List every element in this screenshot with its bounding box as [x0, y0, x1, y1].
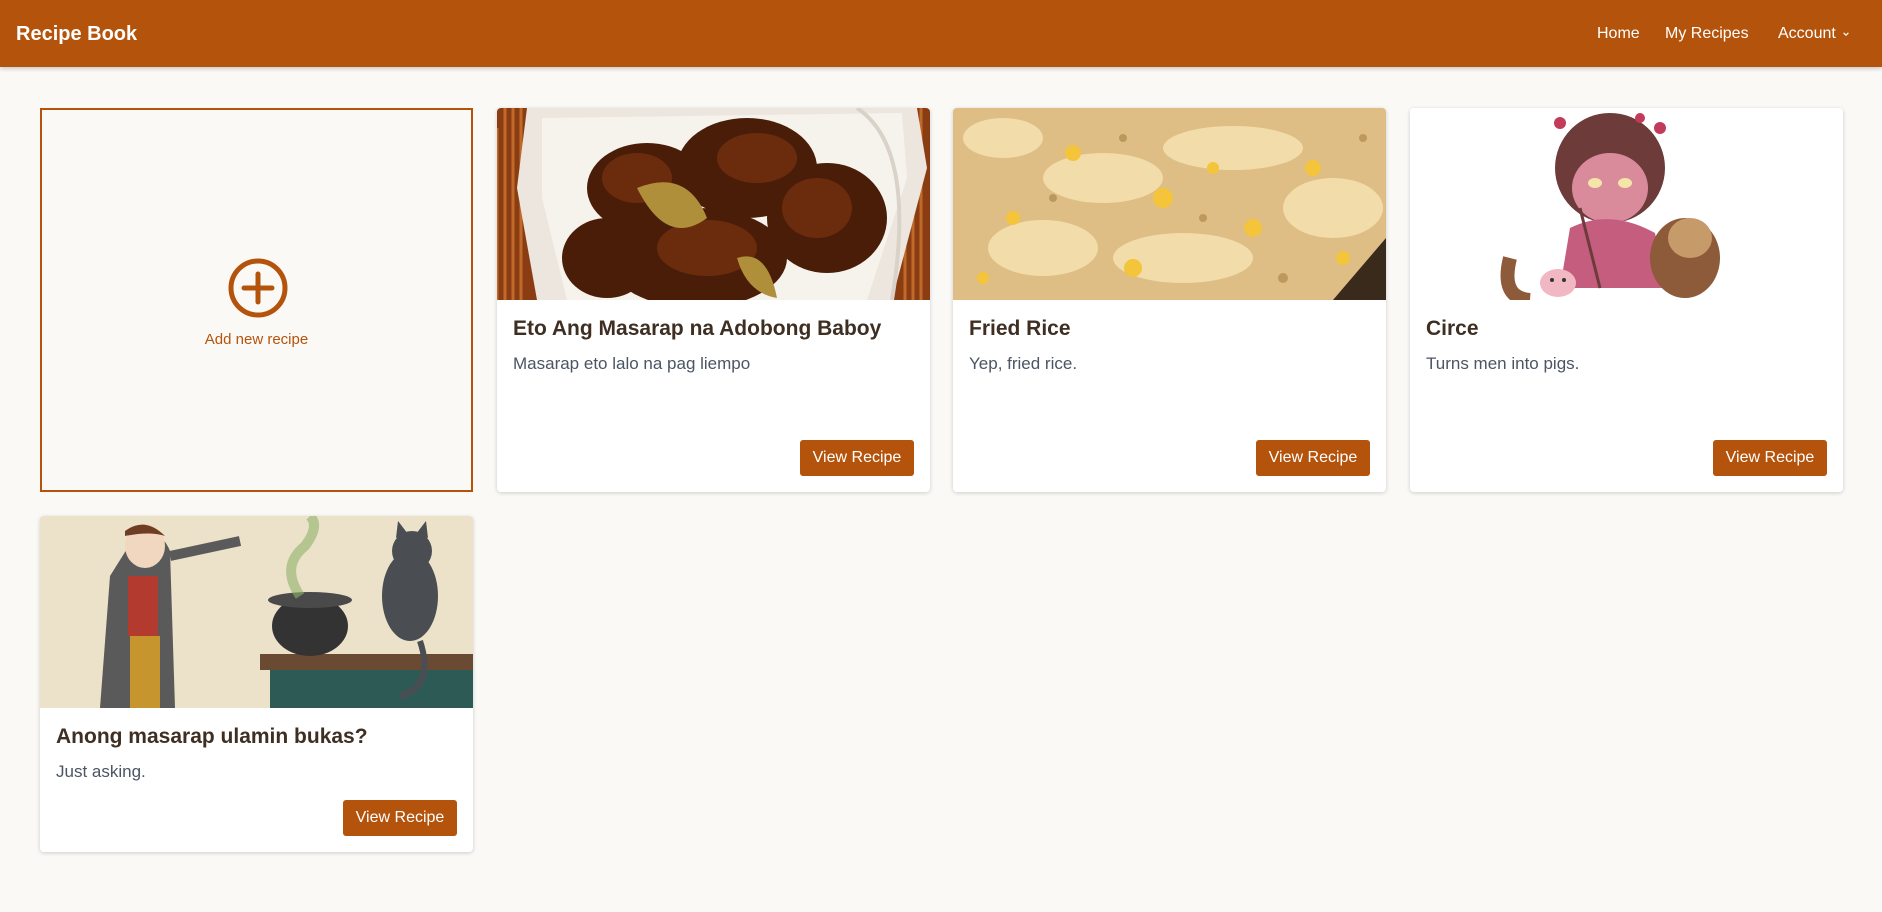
plus-circle-icon: [228, 258, 288, 318]
brand-title[interactable]: Recipe Book: [16, 22, 137, 46]
nav-my-recipes-link[interactable]: My Recipes: [1665, 24, 1749, 44]
recipe-card: Fried Rice Yep, fried rice. View Recipe: [953, 108, 1386, 492]
add-recipe-card[interactable]: Add new recipe: [40, 108, 473, 492]
fried-rice-photo: [953, 108, 1386, 300]
adobo-photo: [497, 108, 930, 300]
recipe-description: Turns men into pigs.: [1426, 354, 1580, 373]
recipe-description: Masarap eto lalo na pag liempo: [513, 354, 751, 373]
recipe-title: Circe: [1426, 317, 1479, 340]
chevron-down-icon: [1843, 32, 1849, 36]
view-recipe-button[interactable]: View Recipe: [800, 440, 914, 476]
recipe-card: Anong masarap ulamin bukas? Just asking.…: [40, 516, 473, 852]
recipe-title: Eto Ang Masarap na Adobong Baboy: [513, 317, 882, 340]
nav-account-dropdown[interactable]: Account: [1778, 24, 1850, 44]
view-recipe-button[interactable]: View Recipe: [343, 800, 457, 836]
witch-cauldron-illustration: [40, 516, 473, 708]
recipe-description: Yep, fried rice.: [969, 354, 1078, 373]
add-recipe-label: Add new recipe: [204, 331, 309, 348]
top-navbar: Recipe Book Home My Recipes Account: [0, 0, 1882, 67]
recipe-card: Eto Ang Masarap na Adobong Baboy Masarap…: [497, 108, 930, 492]
circe-illustration: [1410, 108, 1843, 300]
recipe-card: Circe Turns men into pigs. View Recipe: [1410, 108, 1843, 492]
recipe-title: Anong masarap ulamin bukas?: [56, 725, 368, 748]
nav-home-link[interactable]: Home: [1597, 24, 1640, 44]
recipe-title: Fried Rice: [969, 317, 1071, 340]
view-recipe-button[interactable]: View Recipe: [1713, 440, 1827, 476]
recipe-description: Just asking.: [56, 762, 146, 781]
account-label: Account: [1778, 25, 1836, 42]
view-recipe-button[interactable]: View Recipe: [1256, 440, 1370, 476]
